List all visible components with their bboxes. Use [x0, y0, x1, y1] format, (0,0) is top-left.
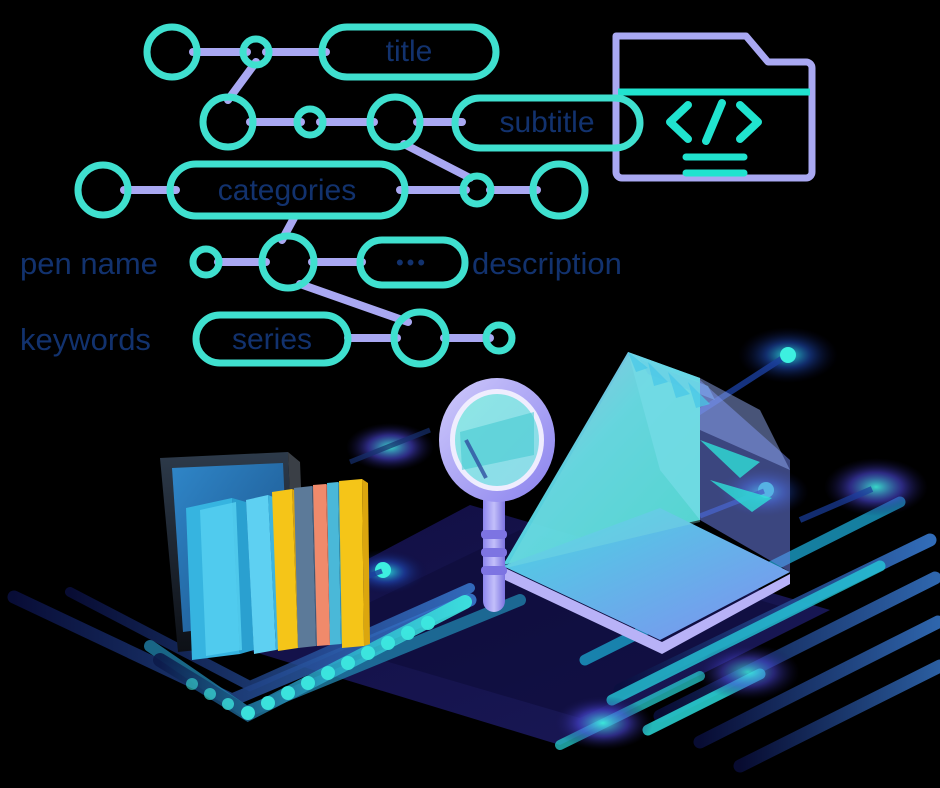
scene-svg: title subtitle categories ••• series pen… [7, 23, 940, 773]
book-stack-icon [160, 452, 370, 660]
label-description: description [472, 246, 622, 281]
metadata-node-graph: title subtitle categories ••• series pen… [20, 23, 816, 368]
pill-categories-label: categories [218, 174, 356, 207]
pill-series-label: series [232, 323, 312, 356]
code-glyph [666, 99, 762, 145]
isometric-illustration [7, 327, 940, 773]
node-circle [199, 93, 257, 151]
label-keywords: keywords [20, 322, 151, 357]
illustration-canvas: title subtitle categories ••• series pen… [0, 0, 940, 788]
node-circle [390, 308, 450, 368]
pill-subtitle-label: subtitle [499, 106, 594, 139]
edge-n5-n7 [400, 140, 474, 182]
pill-title-label: title [386, 35, 433, 68]
pill-ellipsis-label: ••• [396, 250, 428, 275]
folder-code-icon[interactable] [612, 32, 816, 182]
label-pen-name: pen name [20, 246, 158, 281]
